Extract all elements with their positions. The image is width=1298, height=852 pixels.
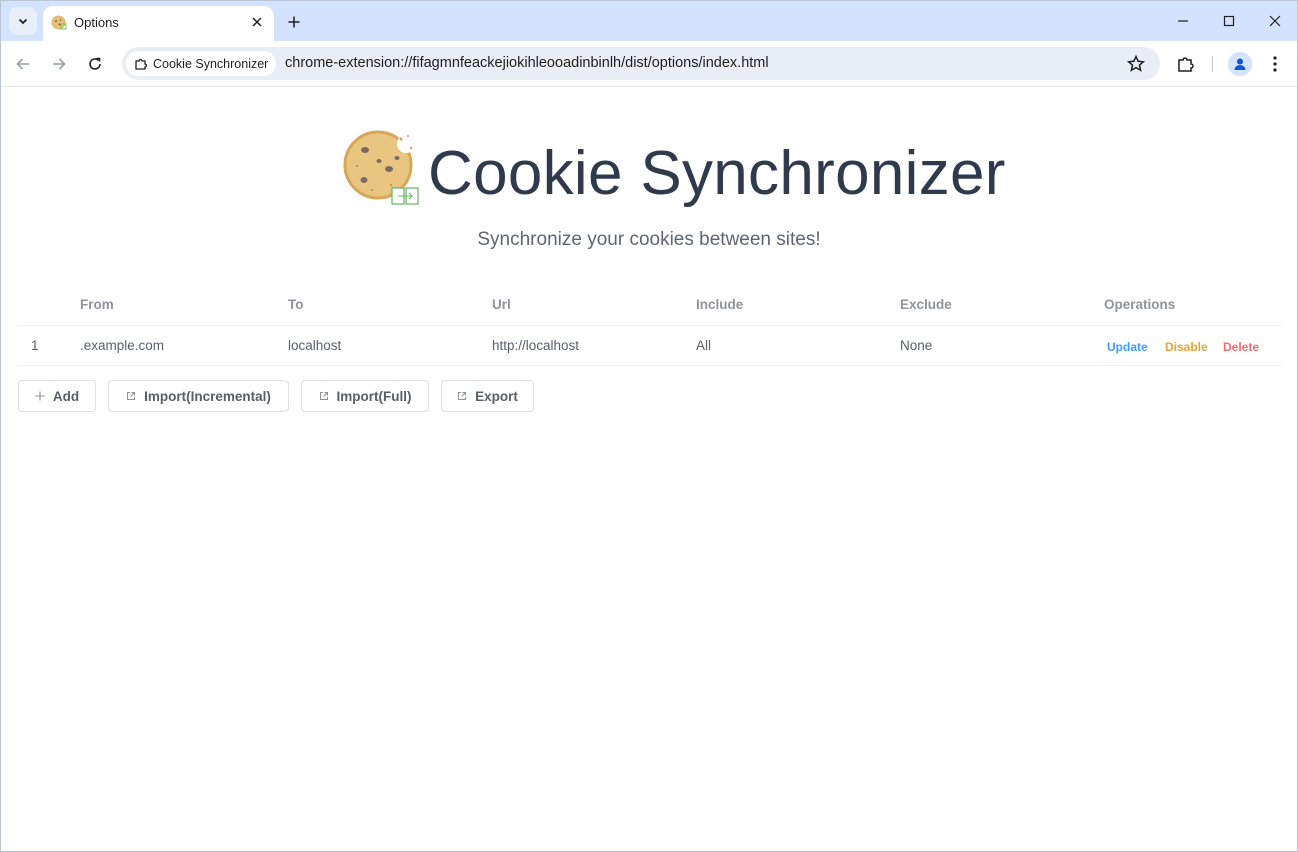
minimize-icon <box>1178 20 1188 22</box>
column-header-to: To <box>288 297 304 312</box>
update-button[interactable]: Update <box>1107 340 1148 354</box>
table-header-row: From To Url Include Exclude Operations <box>18 286 1281 326</box>
cookie-favicon-icon <box>51 15 67 30</box>
chevron-down-icon <box>18 18 28 25</box>
title-bar: Options <box>1 1 1297 41</box>
extension-puzzle-icon <box>135 58 148 70</box>
reload-button[interactable] <box>83 52 107 76</box>
export-button[interactable]: Export <box>441 380 534 412</box>
tab-title: Options <box>74 15 119 30</box>
person-icon <box>1234 58 1246 70</box>
cell-url: http://localhost <box>492 338 580 353</box>
extension-puzzle-icon <box>1178 57 1194 72</box>
arrow-left-icon <box>16 58 29 70</box>
import-incremental-label: Import(Incremental) <box>144 388 271 404</box>
column-header-operations: Operations <box>1104 297 1176 312</box>
plus-icon <box>35 391 45 401</box>
browser-toolbar: Cookie Synchronizer chrome-extension://f… <box>1 41 1297 87</box>
toolbar-divider <box>1212 56 1213 72</box>
table-row: 1 .example.com localhost http://localhos… <box>18 326 1281 366</box>
minimize-button[interactable] <box>1171 9 1195 33</box>
column-header-include: Include <box>696 297 744 312</box>
forward-button[interactable] <box>47 52 71 76</box>
new-tab-button[interactable] <box>283 11 305 33</box>
url-text[interactable]: chrome-extension://fifagmnfeackejiokihle… <box>285 55 769 71</box>
add-button-label: Add <box>52 388 80 404</box>
add-button[interactable]: Add <box>18 380 96 412</box>
cell-to: localhost <box>288 338 342 353</box>
bookmark-star-icon[interactable] <box>1126 54 1146 74</box>
maximize-button[interactable] <box>1217 9 1241 33</box>
cell-exclude: None <box>900 338 933 353</box>
delete-button[interactable]: Delete <box>1223 340 1259 354</box>
column-header-exclude: Exclude <box>900 297 952 312</box>
cookie-logo-icon <box>343 130 419 205</box>
external-link-icon <box>319 392 328 400</box>
address-bar[interactable]: Cookie Synchronizer chrome-extension://f… <box>122 47 1160 80</box>
column-header-url: Url <box>492 297 511 312</box>
page-header: Cookie Synchronizer <box>1 128 1297 218</box>
site-chip-label: Cookie Synchronizer <box>153 56 269 71</box>
back-button[interactable] <box>11 52 35 76</box>
export-label: Export <box>475 388 518 404</box>
extensions-button[interactable] <box>1174 52 1198 76</box>
options-page: Cookie Synchronizer Synchronize your coo… <box>1 88 1297 852</box>
tab-close-button[interactable] <box>248 13 266 31</box>
profile-avatar-button[interactable] <box>1228 52 1252 76</box>
disable-button[interactable]: Disable <box>1165 340 1208 354</box>
tab-search-button[interactable] <box>9 7 37 35</box>
page-title: Cookie Synchronizer <box>428 139 1006 208</box>
external-link-icon <box>458 392 467 400</box>
import-full-button[interactable]: Import(Full) <box>301 380 429 412</box>
maximize-icon <box>1223 15 1235 27</box>
plus-icon <box>288 16 300 28</box>
browser-window: Options Cookie Synchronizer chrome-exten… <box>0 0 1298 852</box>
import-full-label: Import(Full) <box>336 388 412 404</box>
window-close-button[interactable] <box>1263 9 1287 33</box>
page-subtitle: Synchronize your cookies between sites! <box>477 229 821 250</box>
active-tab[interactable]: Options <box>43 6 274 41</box>
external-link-icon <box>127 392 136 400</box>
column-header-from: From <box>80 297 114 312</box>
close-icon <box>1269 15 1281 27</box>
reload-icon <box>89 57 101 70</box>
site-info-chip[interactable]: Cookie Synchronizer <box>126 51 277 76</box>
close-icon <box>252 17 262 27</box>
cell-include: All <box>696 338 712 353</box>
more-vertical-icon <box>1273 56 1277 72</box>
arrow-right-icon <box>53 58 66 70</box>
sync-rules-table: From To Url Include Exclude Operations 1… <box>18 286 1281 366</box>
import-incremental-button[interactable]: Import(Incremental) <box>108 380 289 412</box>
browser-menu-button[interactable] <box>1263 52 1287 76</box>
cell-from: .example.com <box>80 338 165 353</box>
row-index: 1 <box>31 338 39 353</box>
